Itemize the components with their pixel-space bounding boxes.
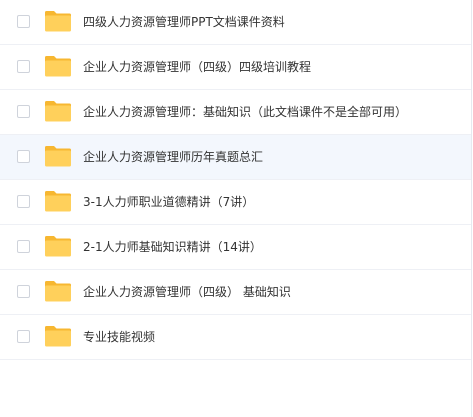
row-checkbox[interactable] <box>17 240 30 253</box>
folder-icon[interactable] <box>44 324 72 348</box>
file-name[interactable]: 2-1人力师基础知识精讲（14讲） <box>83 225 262 270</box>
file-row[interactable]: 四级人力资源管理师PPT文档课件资料 <box>0 0 471 45</box>
file-row[interactable]: 专业技能视频 <box>0 315 471 360</box>
folder-icon[interactable] <box>44 189 72 213</box>
row-checkbox[interactable] <box>17 15 30 28</box>
row-checkbox[interactable] <box>17 330 30 343</box>
file-row[interactable]: 企业人力资源管理师（四级） 基础知识 <box>0 270 471 315</box>
row-checkbox[interactable] <box>17 285 30 298</box>
file-row[interactable]: 企业人力资源管理师（四级）四级培训教程 <box>0 45 471 90</box>
file-name[interactable]: 企业人力资源管理师历年真题总汇 <box>83 135 263 180</box>
file-name[interactable]: 3-1人力师职业道德精讲（7讲） <box>83 180 254 225</box>
file-list: 四级人力资源管理师PPT文档课件资料 企业人力资源管理师（四级）四级培训教程 企… <box>0 0 472 417</box>
row-checkbox[interactable] <box>17 60 30 73</box>
file-name[interactable]: 专业技能视频 <box>83 315 155 360</box>
file-row[interactable]: 企业人力资源管理师历年真题总汇 <box>0 135 471 180</box>
file-name[interactable]: 企业人力资源管理师（四级）四级培训教程 <box>83 45 311 90</box>
file-name[interactable]: 企业人力资源管理师（四级） 基础知识 <box>83 270 291 315</box>
file-row[interactable]: 企业人力资源管理师：基础知识（此文档课件不是全部可用） <box>0 90 471 135</box>
folder-icon[interactable] <box>44 144 72 168</box>
folder-icon[interactable] <box>44 9 72 33</box>
folder-icon[interactable] <box>44 54 72 78</box>
folder-icon[interactable] <box>44 99 72 123</box>
file-row[interactable]: 3-1人力师职业道德精讲（7讲） <box>0 180 471 225</box>
file-row[interactable]: 2-1人力师基础知识精讲（14讲） <box>0 225 471 270</box>
row-checkbox[interactable] <box>17 150 30 163</box>
row-checkbox[interactable] <box>17 105 30 118</box>
folder-icon[interactable] <box>44 279 72 303</box>
file-name[interactable]: 企业人力资源管理师：基础知识（此文档课件不是全部可用） <box>83 90 407 135</box>
row-checkbox[interactable] <box>17 195 30 208</box>
folder-icon[interactable] <box>44 234 72 258</box>
file-name[interactable]: 四级人力资源管理师PPT文档课件资料 <box>83 0 285 45</box>
